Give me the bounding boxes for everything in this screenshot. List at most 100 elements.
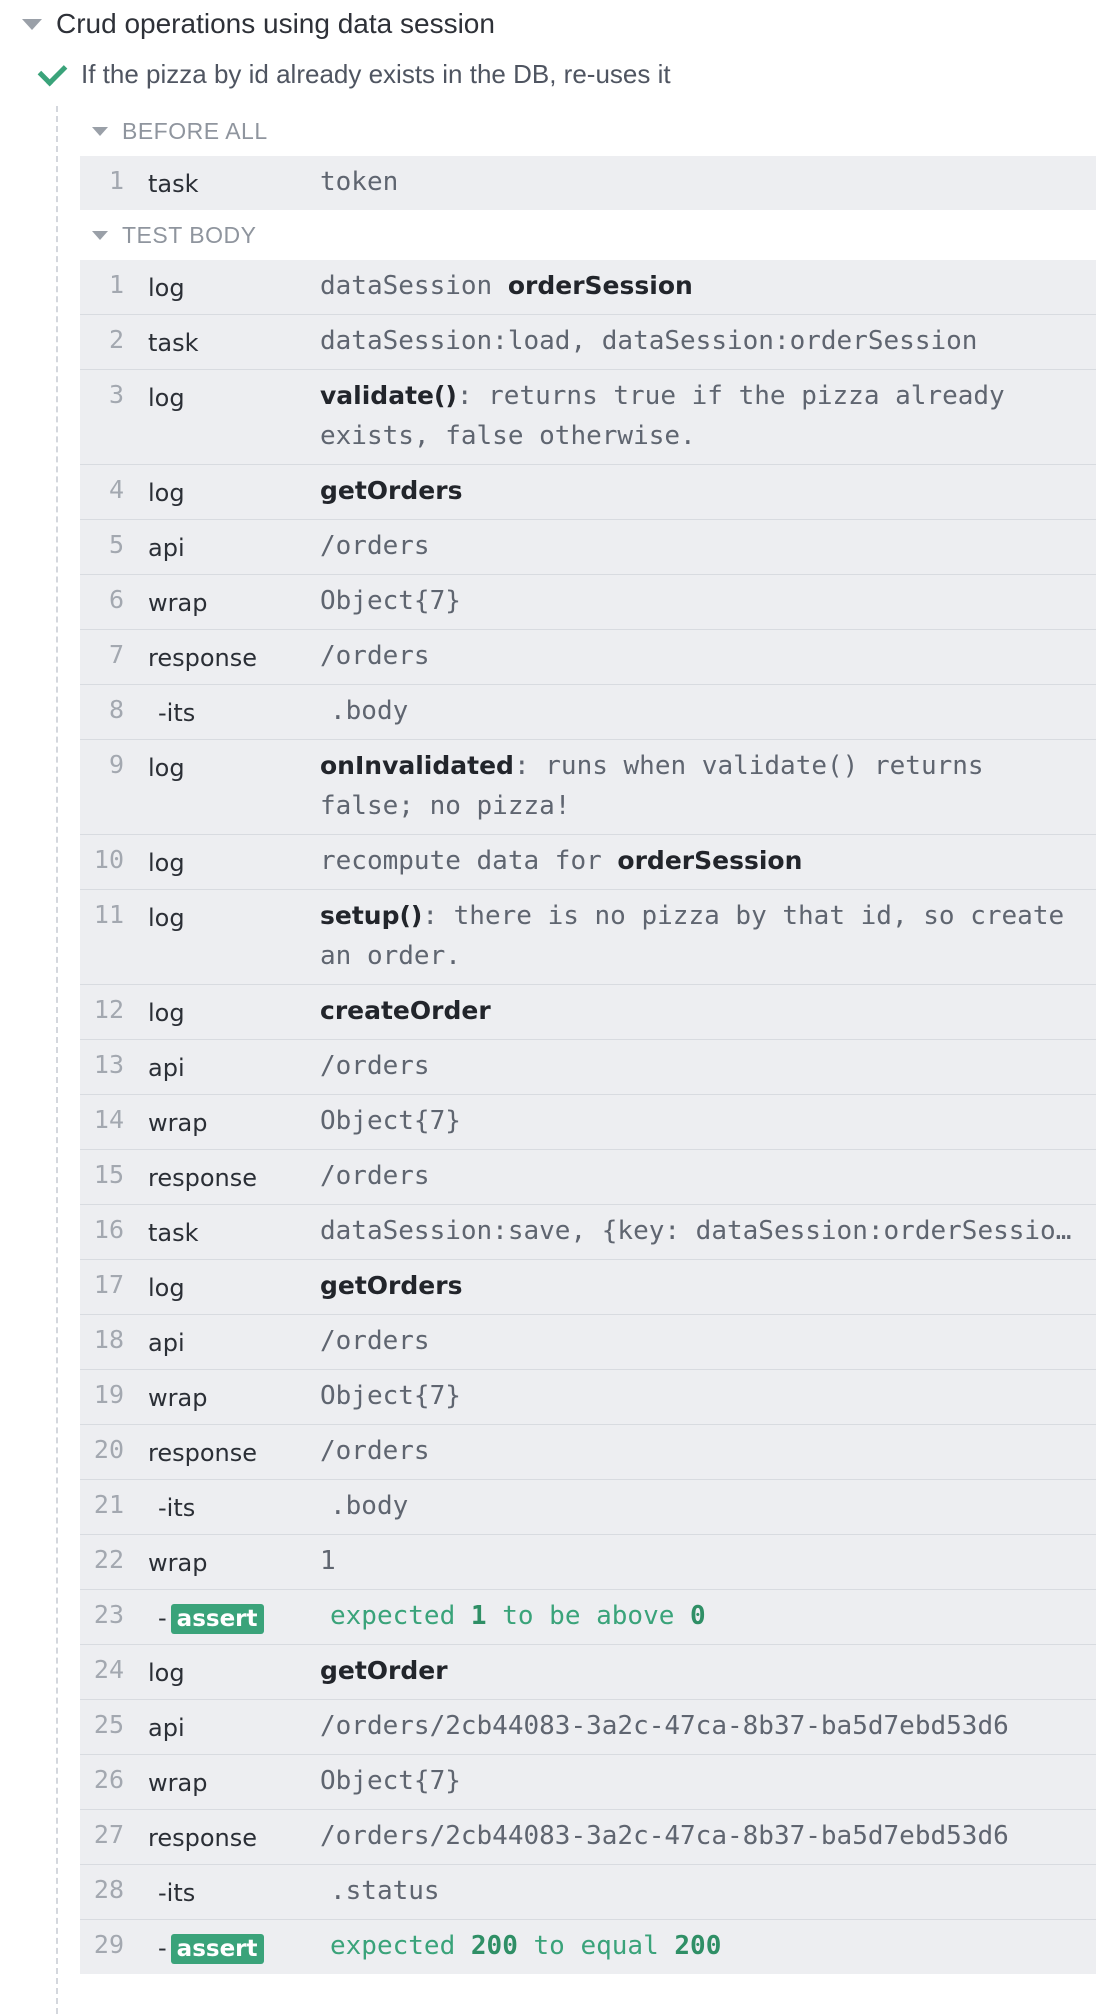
command-name-text: log (148, 754, 185, 782)
command-row[interactable]: 1 log dataSession orderSession (80, 260, 1096, 315)
command-number: 19 (93, 1380, 124, 1409)
command-name: - assert (124, 1600, 330, 1634)
command-row[interactable]: 5 api/orders (80, 520, 1096, 575)
command-number: 18 (93, 1325, 124, 1354)
command-row[interactable]: 4 log getOrders (80, 465, 1096, 520)
command-row[interactable]: 1 task token (80, 156, 1096, 210)
command-row[interactable]: 20 response/orders (80, 1425, 1096, 1480)
command-message: expected 1 to be above 0 (330, 1596, 1096, 1636)
message-bold-prefix: setup() (320, 901, 423, 930)
command-row[interactable]: 6 wrap Object{7} (80, 575, 1096, 630)
command-message: /orders (320, 1156, 1096, 1196)
message-text: /orders (320, 641, 430, 671)
message-text: /orders/2cb44083-3a2c-47ca-8b37-ba5d7ebd… (320, 1711, 1009, 1741)
command-name: wrap (124, 1105, 320, 1137)
command-message: dataSession:load, dataSession:orderSessi… (320, 321, 1096, 361)
message-text: /orders (320, 531, 430, 561)
message-text: .body (330, 1491, 409, 1521)
command-name-text: response (148, 644, 258, 672)
test-body-header[interactable]: TEST BODY (80, 210, 1096, 260)
command-row[interactable]: 23- assert expected 1 to be above 0 (80, 1590, 1096, 1645)
assert-text: 1 (470, 1601, 487, 1631)
command-name-text: log (148, 384, 185, 412)
command-row[interactable]: 14 wrap Object{7} (80, 1095, 1096, 1150)
command-row[interactable]: 7 response/orders (80, 630, 1096, 685)
command-name-text: - (158, 1934, 167, 1962)
command-message: expected 200 to equal 200 (330, 1926, 1096, 1966)
command-row[interactable]: 19 wrap Object{7} (80, 1370, 1096, 1425)
test-header[interactable]: If the pizza by id already exists in the… (0, 48, 1096, 100)
command-number: 1 (108, 166, 124, 195)
command-message: /orders (320, 1046, 1096, 1086)
command-name: task (124, 1215, 320, 1247)
command-number: 12 (93, 995, 124, 1024)
command-name: -its (124, 695, 330, 727)
before-all-label: BEFORE ALL (122, 117, 268, 144)
command-name-text: wrap (148, 1109, 208, 1137)
command-row[interactable]: 24 log getOrder (80, 1645, 1096, 1700)
command-name-text: log (148, 274, 185, 302)
before-all-header[interactable]: BEFORE ALL (80, 106, 1096, 156)
command-row[interactable]: 12 log createOrder (80, 985, 1096, 1040)
command-row[interactable]: 17 log getOrders (80, 1260, 1096, 1315)
message-bold: orderSession (617, 846, 803, 875)
command-number: 5 (108, 530, 124, 559)
command-row[interactable]: 13 api/orders (80, 1040, 1096, 1095)
command-row[interactable]: 27 response/orders/2cb44083-3a2c-47ca-8b3… (80, 1810, 1096, 1865)
command-name: log (124, 380, 320, 412)
command-row[interactable]: 8 -its .body (80, 685, 1096, 740)
command-name-text: wrap (148, 589, 208, 617)
command-name-text: -its (158, 699, 196, 727)
command-name: response (124, 1160, 320, 1192)
command-message: /orders (320, 1321, 1096, 1361)
command-number: 14 (93, 1105, 124, 1134)
command-message: /orders (320, 636, 1096, 676)
command-number: 7 (108, 640, 124, 669)
suite-header[interactable]: Crud operations using data session (0, 0, 1096, 48)
message-text: 1 (320, 1546, 336, 1576)
command-row[interactable]: 9 log onInvalidated: runs when validate() … (80, 740, 1096, 835)
collapse-triangle-icon[interactable] (92, 126, 108, 136)
command-number: 29 (93, 1930, 124, 1959)
message-text: dataSession:load, dataSession:orderSessi… (320, 326, 978, 356)
command-row[interactable]: 11 log setup(): there is no pizza by that … (80, 890, 1096, 985)
command-message: .body (330, 1486, 1096, 1526)
command-name-text: log (148, 479, 185, 507)
command-row[interactable]: 15 response/orders (80, 1150, 1096, 1205)
message-bold-prefix: onInvalidated (320, 751, 514, 780)
command-message: getOrders (320, 471, 1096, 511)
command-row[interactable]: 22 wrap 1 (80, 1535, 1096, 1590)
command-name-text: log (148, 904, 185, 932)
command-row[interactable]: 2 task dataSession:load, dataSession:order… (80, 315, 1096, 370)
command-row[interactable]: 18 api/orders (80, 1315, 1096, 1370)
command-name-text: api (148, 1329, 185, 1357)
command-number: 10 (93, 845, 124, 874)
assert-text: expected (330, 1601, 456, 1631)
message-text: /orders (320, 1051, 430, 1081)
command-name-text: -its (158, 1494, 196, 1522)
command-row[interactable]: 10 log recompute data for orderSession (80, 835, 1096, 890)
command-message: dataSession:save, {key: dataSession:orde… (320, 1211, 1096, 1251)
command-message: getOrders (320, 1266, 1096, 1306)
command-row[interactable]: 16 task dataSession:save, {key: dataSessio… (80, 1205, 1096, 1260)
assert-badge: assert (170, 1604, 264, 1634)
command-row[interactable]: 29- assert expected 200 to equal 200 (80, 1920, 1096, 1974)
command-number: 23 (93, 1600, 124, 1629)
command-number: 25 (93, 1710, 124, 1739)
command-message: .status (330, 1871, 1096, 1911)
command-row[interactable]: 26 wrap Object{7} (80, 1755, 1096, 1810)
command-name-text: response (148, 1824, 258, 1852)
command-row[interactable]: 28 -its .status (80, 1865, 1096, 1920)
message-text: .status (330, 1876, 440, 1906)
command-number: 26 (93, 1765, 124, 1794)
command-row[interactable]: 25 api/orders/2cb44083-3a2c-47ca-8b37-ba5… (80, 1700, 1096, 1755)
command-row[interactable]: 3 log validate(): returns true if the pizz… (80, 370, 1096, 465)
command-name-text: log (148, 1659, 185, 1687)
command-name: api (124, 1325, 320, 1357)
command-row[interactable]: 21 -its .body (80, 1480, 1096, 1535)
collapse-triangle-icon[interactable] (22, 18, 42, 30)
message-bold: orderSession (507, 271, 693, 300)
command-name-text: response (148, 1439, 258, 1467)
collapse-triangle-icon[interactable] (92, 230, 108, 240)
command-name-text: api (148, 534, 185, 562)
